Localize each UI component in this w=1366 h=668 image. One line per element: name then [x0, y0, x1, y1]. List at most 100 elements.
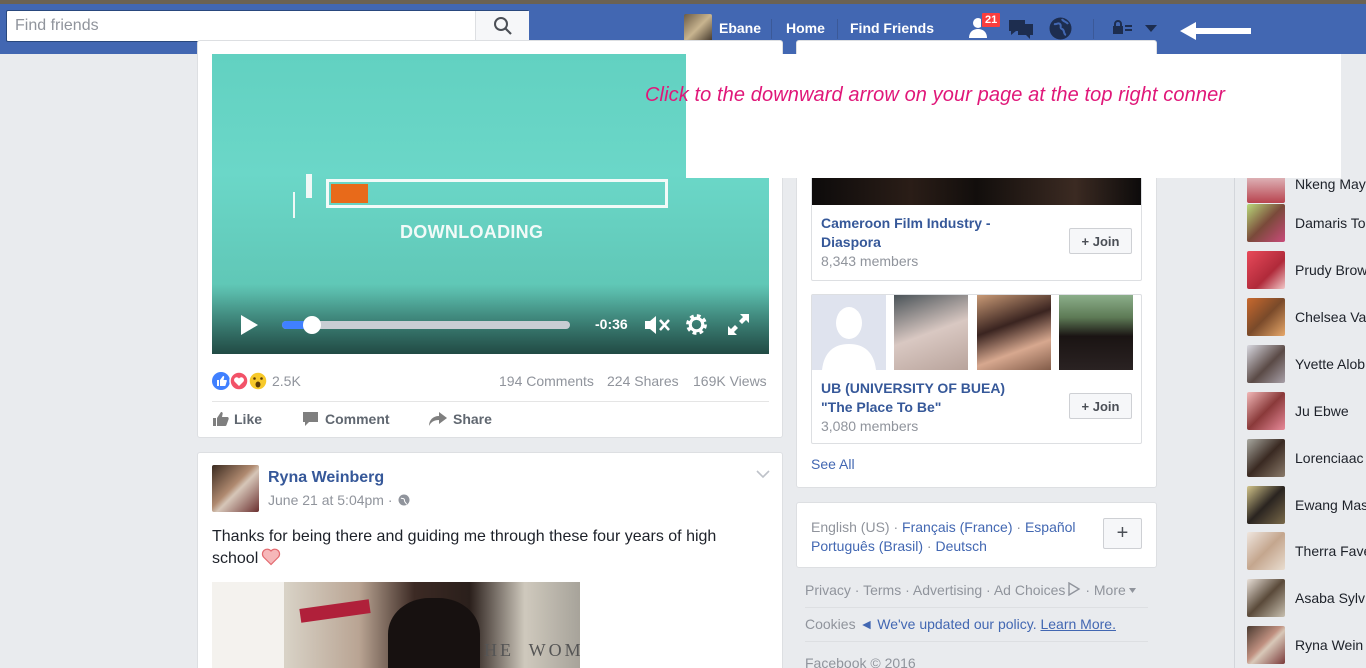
- footer-adchoices-link[interactable]: Ad Choices: [994, 582, 1066, 598]
- group-name-line2[interactable]: Diaspora: [821, 234, 881, 250]
- member-photo-4[interactable]: [1059, 295, 1133, 370]
- join-group-button[interactable]: + Join: [1069, 228, 1132, 254]
- language-link-spanish[interactable]: Español: [1025, 519, 1076, 535]
- post-timestamp[interactable]: June 21 at 5:04pm ·: [268, 492, 393, 508]
- like-label: Like: [234, 411, 263, 427]
- public-globe-icon: [398, 494, 410, 506]
- nav-divider: [837, 19, 838, 39]
- play-icon[interactable]: [239, 314, 259, 336]
- language-link-french[interactable]: Français (France): [902, 519, 1012, 535]
- comments-count[interactable]: 194 Comments: [499, 373, 594, 389]
- chat-contact[interactable]: Therra Fave: [1247, 532, 1366, 570]
- group-name-line1[interactable]: Cameroon Film Industry -: [821, 215, 991, 231]
- fullscreen-icon[interactable]: [726, 312, 751, 337]
- separator-dot: ·: [923, 538, 936, 554]
- chat-contact[interactable]: Lorenciaac: [1247, 439, 1366, 477]
- see-all-groups-link[interactable]: See All: [811, 456, 855, 472]
- footer-privacy-link[interactable]: Privacy: [805, 582, 851, 598]
- group-name-line1[interactable]: UB (UNIVERSITY OF BUEA): [821, 380, 1005, 396]
- search-icon: [493, 17, 512, 35]
- group-members: 3,080 members: [821, 418, 919, 434]
- footer-more-link[interactable]: More: [1094, 582, 1126, 598]
- comment-bubble-icon: [303, 412, 318, 426]
- profile-link[interactable]: Ebane: [719, 20, 761, 36]
- profile-avatar[interactable]: [684, 14, 712, 42]
- settings-gear-icon[interactable]: [684, 312, 709, 337]
- chat-contact[interactable]: Prudy Brow: [1247, 251, 1366, 289]
- reactions-count[interactable]: 2.5K: [272, 373, 301, 389]
- post-text-content: Thanks for being there and guiding me th…: [212, 528, 717, 567]
- more-caret-icon: [1128, 588, 1136, 593]
- chat-contact-name: Ju Ebwe: [1295, 403, 1349, 419]
- footer-terms-link[interactable]: Terms: [863, 582, 901, 598]
- account-menu-arrow-icon[interactable]: [1144, 24, 1158, 33]
- current-language: English (US) ·: [811, 519, 899, 535]
- group-name-line2[interactable]: "The Place To Be": [821, 399, 941, 415]
- chat-contact-avatar: [1247, 392, 1285, 430]
- member-photo-3[interactable]: [977, 295, 1051, 370]
- chat-contact[interactable]: Ju Ebwe: [1247, 392, 1366, 430]
- chat-contact[interactable]: Yvette Alob: [1247, 345, 1366, 383]
- chat-contact-name: Asaba Sylv: [1295, 590, 1366, 606]
- shares-count[interactable]: 224 Shares: [607, 373, 679, 389]
- footer-divider: [805, 607, 1148, 608]
- post-text: Thanks for being there and guiding me th…: [212, 526, 757, 570]
- chat-contact[interactable]: Asaba Sylv: [1247, 579, 1366, 617]
- footer-cookies-row: Cookies ◄ We've updated our policy. Lear…: [805, 616, 1116, 632]
- learn-more-link[interactable]: Learn More.: [1040, 616, 1115, 632]
- chat-contact-name: Yvette Alob: [1295, 356, 1366, 372]
- home-link[interactable]: Home: [786, 20, 825, 36]
- instruction-overlay-box: [686, 54, 1341, 178]
- video-graphic-line: [293, 192, 295, 218]
- chat-contact[interactable]: Ewang Mas: [1247, 486, 1366, 524]
- annotation-arrow-icon: [1180, 22, 1251, 40]
- chat-contact[interactable]: Chelsea Va: [1247, 298, 1366, 336]
- messages-icon[interactable]: [1007, 16, 1035, 40]
- photo-person: [388, 598, 480, 668]
- separator-dot: ·: [1012, 519, 1025, 535]
- video-seek-bar[interactable]: [282, 316, 570, 334]
- chat-contact-name: Nkeng May: [1295, 176, 1366, 192]
- views-count: 169K Views: [693, 373, 767, 389]
- post-options-chevron-icon[interactable]: [756, 469, 770, 479]
- mute-icon[interactable]: [643, 314, 671, 336]
- search-input[interactable]: [7, 11, 475, 41]
- post-author-avatar[interactable]: [212, 465, 259, 512]
- post-author-name[interactable]: Ryna Weinberg: [268, 469, 384, 487]
- post-photo[interactable]: HE WOM: [212, 582, 580, 668]
- search-button[interactable]: [475, 11, 529, 41]
- chat-contact-avatar: [1247, 204, 1285, 242]
- policy-updated-text: ◄ We've updated our policy.: [859, 616, 1037, 632]
- more-languages-button[interactable]: +: [1103, 518, 1142, 549]
- comment-label: Comment: [325, 411, 390, 427]
- video-graphic-bar: [306, 174, 312, 198]
- download-progress-fill: [331, 184, 368, 203]
- language-link-portuguese[interactable]: Português (Brasil): [811, 538, 923, 554]
- chat-contact-avatar: [1247, 251, 1285, 289]
- share-label: Share: [453, 411, 492, 427]
- chat-contact-name: Lorenciaac: [1295, 450, 1364, 466]
- video-seek-handle[interactable]: [303, 316, 321, 334]
- chat-contact-avatar: [1247, 532, 1285, 570]
- like-thumb-icon: [213, 412, 229, 426]
- language-link-german[interactable]: Deutsch: [936, 538, 987, 554]
- copyright: Facebook © 2016: [805, 655, 916, 668]
- chat-contact[interactable]: Ryna Wein: [1247, 626, 1366, 664]
- footer-cookies-link[interactable]: Cookies: [805, 616, 856, 632]
- search-box: [6, 10, 529, 42]
- chat-contact-name: Therra Fave: [1295, 543, 1366, 559]
- chat-contact[interactable]: Damaris To: [1247, 204, 1366, 242]
- member-photo-placeholder[interactable]: [812, 295, 886, 370]
- notifications-globe-icon[interactable]: [1048, 16, 1073, 41]
- footer-advertising-link[interactable]: Advertising: [913, 582, 982, 598]
- chat-contact-avatar: [1247, 626, 1285, 664]
- instruction-text: Click to the downward arrow on your page…: [645, 84, 1226, 106]
- join-group-button[interactable]: + Join: [1069, 393, 1132, 419]
- member-photo-2[interactable]: [894, 295, 968, 370]
- chat-contact-name: Ewang Mas: [1295, 497, 1366, 513]
- video-time-remaining: -0:36: [595, 316, 628, 332]
- find-friends-link[interactable]: Find Friends: [850, 20, 934, 36]
- footer-divider: [805, 641, 1148, 642]
- reactions-icons[interactable]: [212, 371, 270, 391]
- privacy-shortcuts-icon[interactable]: [1112, 20, 1134, 36]
